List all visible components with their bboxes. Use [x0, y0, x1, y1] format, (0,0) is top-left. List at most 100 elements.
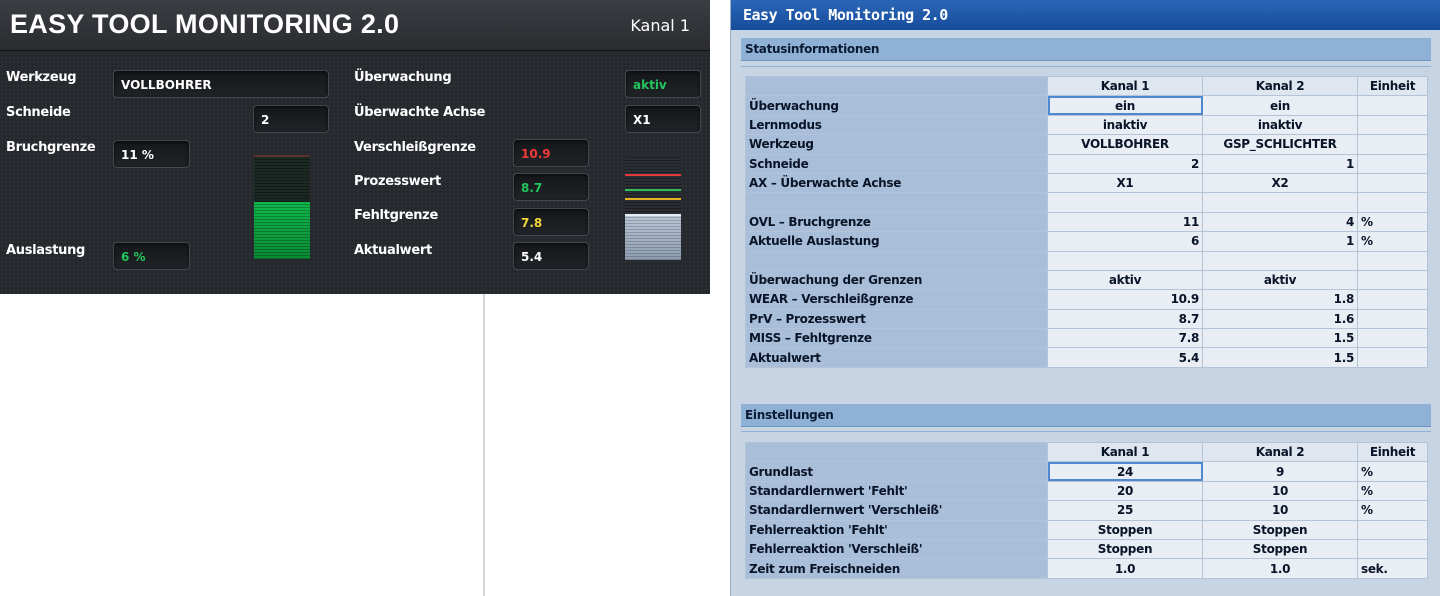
ueberwachte-achse-field[interactable]: X1: [625, 105, 701, 133]
load-gauge-limit-line: [254, 155, 310, 157]
status-table: Kanal 1 Kanal 2 Einheit Überwachung ein ein Le…: [745, 75, 1428, 368]
kanal-1-value[interactable]: Stoppen: [1047, 519, 1203, 540]
kanal-2-value[interactable]: 10: [1202, 480, 1358, 502]
kanal-1-value[interactable]: Stoppen: [1047, 538, 1203, 560]
table-row: Überwachung ein ein: [745, 95, 1428, 116]
kanal-2-value[interactable]: 10: [1202, 500, 1358, 521]
table-row: Überwachung der Grenzen aktiv aktiv: [745, 269, 1428, 291]
unit-cell[interactable]: %: [1357, 231, 1428, 252]
status-window: Easy Tool Monitoring 2.0 Statusinformati…: [730, 0, 1440, 596]
channel-indicator[interactable]: Kanal 1: [630, 16, 690, 35]
table-row: Zeit zum Freischneiden 1.0 1.0 sek.: [745, 558, 1428, 579]
kanal-1-value[interactable]: 7.8: [1047, 328, 1203, 349]
kanal-2-value[interactable]: 1.8: [1202, 289, 1358, 310]
unit-cell[interactable]: %: [1357, 480, 1428, 502]
kanal-2-value[interactable]: 1.0: [1202, 558, 1358, 579]
row-label: Standardlernwert 'Fehlt': [745, 480, 1048, 502]
row-label: Überwachung der Grenzen: [745, 269, 1048, 291]
kanal-2-value[interactable]: 1: [1202, 153, 1358, 174]
ueberwachung-field[interactable]: aktiv: [625, 70, 701, 98]
kanal-1-value[interactable]: 11: [1047, 211, 1203, 233]
unit-cell[interactable]: [1357, 153, 1428, 174]
kanal-1-value[interactable]: 8.7: [1047, 308, 1203, 330]
row-label: OVL – Bruchgrenze: [745, 211, 1048, 233]
kanal-2-value[interactable]: GSP_SCHLICHTER: [1202, 134, 1358, 155]
panel-header: EASY TOOL MONITORING 2.0 Kanal 1: [0, 0, 710, 51]
unit-cell[interactable]: [1357, 269, 1428, 291]
kanal-1-value[interactable]: ein: [1047, 95, 1203, 116]
status-section-title: Statusinformationen: [745, 42, 880, 56]
prozesswert-field[interactable]: 8.7: [513, 173, 589, 201]
kanal-2-value[interactable]: 1.5: [1202, 328, 1358, 349]
table-row: [745, 250, 1428, 271]
kanal-1-value[interactable]: VOLLBOHRER: [1047, 134, 1203, 155]
miss-limit-line: [625, 198, 681, 200]
status-divider: [741, 66, 1431, 67]
kanal-2-value[interactable]: aktiv: [1202, 269, 1358, 291]
kanal-1-value[interactable]: 10.9: [1047, 289, 1203, 310]
kanal-2-value[interactable]: ein: [1202, 95, 1358, 116]
bruchgrenze-field[interactable]: 11 %: [113, 140, 190, 168]
kanal-1-value[interactable]: [1047, 192, 1203, 213]
unit-cell[interactable]: [1357, 250, 1428, 271]
kanal-2-value[interactable]: Stoppen: [1202, 538, 1358, 560]
unit-cell[interactable]: [1357, 328, 1428, 349]
unit-cell[interactable]: %: [1357, 211, 1428, 233]
kanal-1-value[interactable]: 2: [1047, 153, 1203, 174]
unit-cell[interactable]: [1357, 95, 1428, 116]
unit-cell[interactable]: [1357, 192, 1428, 213]
kanal-1-value[interactable]: 1.0: [1047, 558, 1203, 579]
kanal-1-value[interactable]: [1047, 250, 1203, 271]
kanal-1-value[interactable]: 24: [1047, 461, 1203, 482]
kanal-1-value[interactable]: 20: [1047, 480, 1203, 502]
unit-cell[interactable]: %: [1357, 500, 1428, 521]
kanal-1-value[interactable]: aktiv: [1047, 269, 1203, 291]
kanal-1-value[interactable]: inaktiv: [1047, 114, 1203, 136]
table-row: Werkzeug VOLLBOHRER GSP_SCHLICHTER: [745, 134, 1428, 155]
unit-cell[interactable]: sek.: [1357, 558, 1428, 579]
table-row: Fehlerreaktion 'Verschleiß' Stoppen Stoppe…: [745, 538, 1428, 560]
table-row: OVL – Bruchgrenze 11 4%: [745, 211, 1428, 233]
kanal-2-value[interactable]: [1202, 192, 1358, 213]
verschleissgrenze-field[interactable]: 10.9: [513, 139, 589, 167]
unit-cell[interactable]: [1357, 347, 1428, 368]
kanal-2-value[interactable]: 1: [1202, 231, 1358, 252]
kanal-2-value[interactable]: [1202, 250, 1358, 271]
row-label: AX – Überwachte Achse: [745, 172, 1048, 194]
werkzeug-field[interactable]: VOLLBOHRER: [113, 70, 329, 98]
unit-cell[interactable]: [1357, 538, 1428, 560]
kanal-2-value[interactable]: 1.6: [1202, 308, 1358, 330]
unit-cell[interactable]: [1357, 134, 1428, 155]
kanal-2-value[interactable]: 1.5: [1202, 347, 1358, 368]
kanal-2-value[interactable]: 9: [1202, 461, 1358, 482]
divider-line: [483, 294, 485, 596]
unit-cell[interactable]: [1357, 289, 1428, 310]
load-gauge-fill: [254, 201, 310, 259]
auslastung-field[interactable]: 6 %: [113, 242, 190, 270]
kanal-2-value[interactable]: Stoppen: [1202, 519, 1358, 540]
verschleissgrenze-label: Verschleißgrenze: [354, 140, 476, 155]
aktualwert-field[interactable]: 5.4: [513, 242, 589, 270]
header-label-cell: [745, 75, 1048, 97]
unit-cell[interactable]: %: [1357, 461, 1428, 482]
kanal-2-value[interactable]: inaktiv: [1202, 114, 1358, 136]
row-label: Werkzeug: [745, 134, 1048, 155]
fehltgrenze-field[interactable]: 7.8: [513, 208, 589, 236]
row-label: MISS – Fehltgrenze: [745, 328, 1048, 349]
kanal-2-value[interactable]: X2: [1202, 172, 1358, 194]
row-label: Aktuelle Auslastung: [745, 231, 1048, 252]
schneide-label: Schneide: [6, 105, 71, 120]
kanal-1-value[interactable]: 25: [1047, 500, 1203, 521]
schneide-field[interactable]: 2: [253, 105, 329, 133]
row-label: Lernmodus: [745, 114, 1048, 136]
unit-cell[interactable]: [1357, 308, 1428, 330]
kanal-1-value[interactable]: 5.4: [1047, 347, 1203, 368]
table-header-row: Kanal 1 Kanal 2 Einheit: [745, 441, 1428, 463]
unit-cell[interactable]: [1357, 519, 1428, 540]
unit-cell[interactable]: [1357, 114, 1428, 136]
kanal-1-value[interactable]: X1: [1047, 172, 1203, 194]
kanal-2-value[interactable]: 4: [1202, 211, 1358, 233]
kanal-1-value[interactable]: 6: [1047, 231, 1203, 252]
unit-cell[interactable]: [1357, 172, 1428, 194]
table-row: AX – Überwachte Achse X1 X2: [745, 172, 1428, 194]
